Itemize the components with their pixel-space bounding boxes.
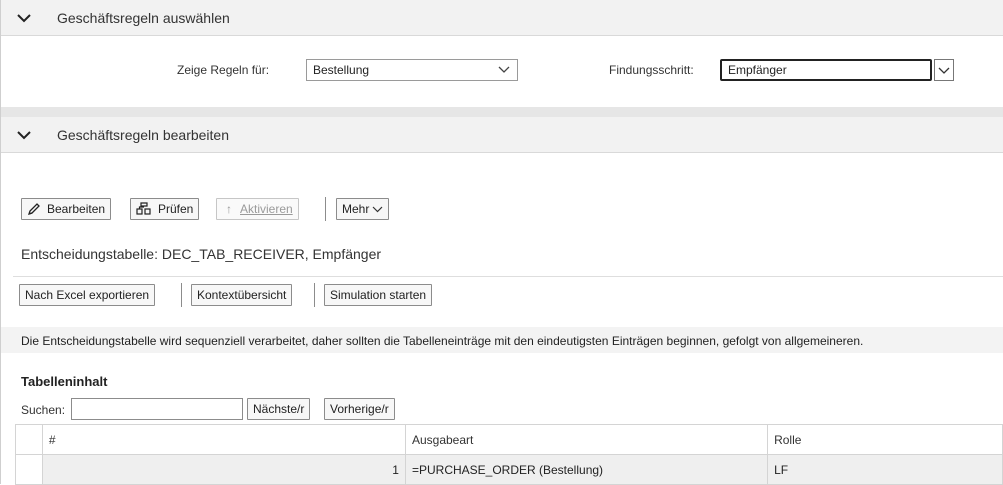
section-divider xyxy=(1,107,1003,117)
toolbar-separator xyxy=(314,283,315,307)
toolbar-separator xyxy=(325,197,326,221)
table-header-row: # Ausgabeart Rolle xyxy=(15,424,1003,455)
step-select[interactable]: Empfänger xyxy=(720,59,932,81)
previous-button-label: Vorherige/r xyxy=(330,402,389,416)
check-button[interactable]: Prüfen xyxy=(130,198,200,220)
toolbar-separator xyxy=(181,283,182,307)
start-simulation-button[interactable]: Simulation starten xyxy=(324,284,433,306)
cell-role[interactable]: LF xyxy=(767,454,1003,485)
table-content-title: Tabelleninhalt xyxy=(21,374,108,389)
previous-button[interactable]: Vorherige/r xyxy=(324,398,395,420)
rules-table: # Ausgabeart Rolle 1 =PURCHASE_ORDER (Be… xyxy=(15,424,1003,485)
step-dropdown-button[interactable] xyxy=(934,59,954,81)
next-button-label: Nächste/r xyxy=(253,402,305,416)
column-header-number[interactable]: # xyxy=(41,424,406,455)
activate-button-label: Aktivieren xyxy=(240,202,293,216)
search-input[interactable] xyxy=(71,398,243,420)
start-simulation-label: Simulation starten xyxy=(330,288,427,302)
page: Geschäftsregeln auswählen Zeige Regeln f… xyxy=(0,0,1003,485)
section-title: Geschäftsregeln bearbeiten xyxy=(57,126,229,143)
chevron-down-icon xyxy=(497,63,511,78)
chevron-down-icon[interactable] xyxy=(9,130,39,140)
show-rules-value: Bestellung xyxy=(313,63,370,77)
step-label: Findungsschritt: xyxy=(609,63,694,77)
check-hierarchy-icon xyxy=(136,202,152,216)
table-row[interactable]: 1 =PURCHASE_ORDER (Bestellung) LF xyxy=(15,454,1003,485)
activate-button[interactable]: ↑ Aktivieren xyxy=(216,198,299,220)
show-rules-label: Zeige Regeln für: xyxy=(177,63,270,77)
context-overview-label: Kontextübersicht xyxy=(197,288,287,302)
pencil-icon xyxy=(27,202,41,216)
cell-number: 1 xyxy=(41,454,406,485)
section-edit-rules-header[interactable]: Geschäftsregeln bearbeiten xyxy=(1,117,1003,153)
step-value: Empfänger xyxy=(728,63,787,77)
search-label: Suchen: xyxy=(21,403,66,417)
chevron-down-icon xyxy=(938,67,950,74)
next-button[interactable]: Nächste/r xyxy=(247,398,311,420)
more-button-label: Mehr xyxy=(342,202,370,216)
activate-icon: ↑ xyxy=(226,202,232,216)
edit-button-label: Bearbeiten xyxy=(47,202,106,216)
export-excel-button[interactable]: Nach Excel exportieren xyxy=(19,284,156,306)
export-excel-label: Nach Excel exportieren xyxy=(25,288,150,302)
show-rules-select[interactable]: Bestellung xyxy=(306,59,518,81)
chevron-down-icon[interactable] xyxy=(9,13,39,23)
more-button[interactable]: Mehr xyxy=(336,198,390,220)
section-title: Geschäftsregeln auswählen xyxy=(57,9,230,26)
column-header-output-type[interactable]: Ausgabeart xyxy=(404,424,769,455)
check-button-label: Prüfen xyxy=(158,202,194,216)
edit-button[interactable]: Bearbeiten xyxy=(21,198,112,220)
cell-output-type[interactable]: =PURCHASE_ORDER (Bestellung) xyxy=(404,454,769,485)
context-overview-button[interactable]: Kontextübersicht xyxy=(191,284,293,306)
column-header-role[interactable]: Rolle xyxy=(767,424,1003,455)
row-selector-header[interactable] xyxy=(15,424,43,455)
row-selector[interactable] xyxy=(15,454,43,485)
hint-text: Die Entscheidungstabelle wird sequenziel… xyxy=(21,334,864,348)
divider-line xyxy=(13,276,1003,277)
section-select-rules-header[interactable]: Geschäftsregeln auswählen xyxy=(1,0,1003,36)
decision-table-title: Entscheidungstabelle: DEC_TAB_RECEIVER, … xyxy=(21,246,382,262)
chevron-down-icon xyxy=(372,205,383,213)
